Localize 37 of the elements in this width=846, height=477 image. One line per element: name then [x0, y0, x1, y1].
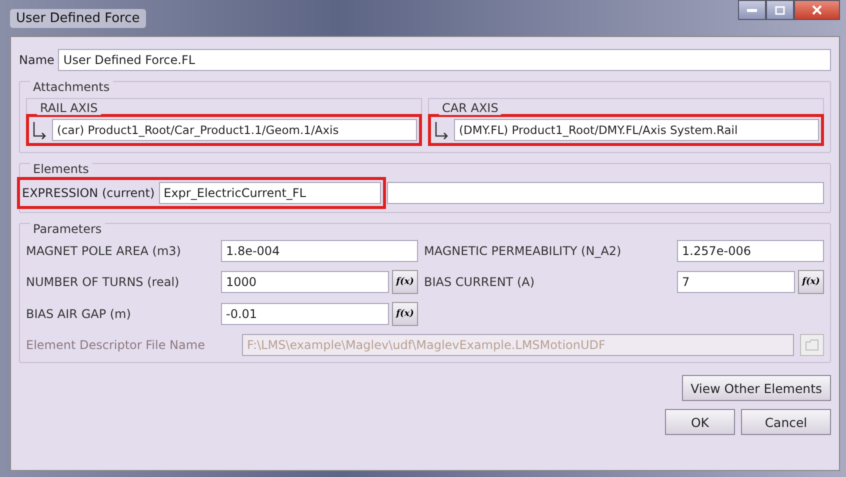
close-icon: [812, 5, 822, 15]
minimize-icon: [747, 8, 757, 12]
parameter-field[interactable]: 1.257e-006: [677, 240, 824, 262]
minimize-button[interactable]: [738, 0, 766, 20]
expression-label: EXPRESSION (current): [22, 186, 155, 200]
parameter-field[interactable]: 1.8e-004: [221, 240, 418, 262]
window-title: User Defined Force: [10, 8, 146, 28]
parameter-field[interactable]: 1000: [221, 271, 389, 293]
view-elements-button[interactable]: View Other Elements: [682, 375, 831, 401]
parameter-field[interactable]: 7: [677, 271, 795, 293]
dialog-button[interactable]: OK: [665, 409, 735, 435]
axis-field[interactable]: (car) Product1_Root/Car_Product1.1/Geom.1/Axis: [52, 119, 417, 141]
group-title: Attachments: [30, 80, 113, 94]
formula-button[interactable]: f(x): [392, 302, 418, 326]
formula-button[interactable]: f(x): [798, 270, 824, 294]
expression-extension-field[interactable]: [386, 182, 824, 204]
dialog-button[interactable]: Cancel: [741, 409, 831, 435]
parameter-label: BIAS AIR GAP (m): [26, 307, 132, 321]
axis-field[interactable]: (DMY.FL) Product1_Root/DMY.FL/Axis System.Rail: [454, 119, 819, 141]
group-title: Parameters: [30, 222, 105, 236]
expression-field[interactable]: Expr_ElectricCurrent_FL: [158, 182, 381, 204]
parameter-label: MAGNETIC PERMEABILITY (N_A2): [424, 244, 622, 258]
parameter-label: MAGNET POLE AREA (m3): [26, 244, 182, 258]
group-title: Elements: [30, 162, 92, 176]
close-button[interactable]: [794, 0, 840, 20]
parameter-label: NUMBER OF TURNS (real): [26, 275, 180, 289]
maximize-button[interactable]: [766, 0, 794, 20]
formula-button[interactable]: f(x): [392, 270, 418, 294]
axis-title: CAR AXIS: [439, 101, 502, 115]
parameter-field[interactable]: -0.01: [221, 303, 389, 325]
axis-title: RAIL AXIS: [37, 101, 101, 115]
name-field[interactable]: User Defined Force.FL: [58, 49, 831, 71]
name-label: Name: [19, 53, 54, 67]
maximize-icon: [775, 6, 785, 14]
folder-icon: [805, 339, 819, 351]
parameter-label: BIAS CURRENT (A): [424, 275, 536, 289]
descriptor-label: Element Descriptor File Name: [26, 338, 206, 352]
